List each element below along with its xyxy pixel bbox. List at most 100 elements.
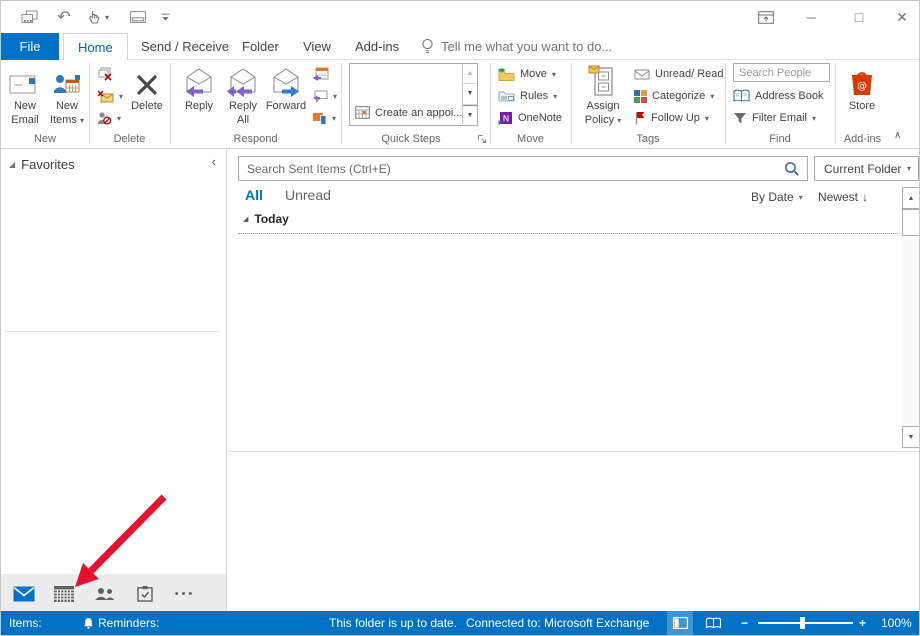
follow-up-flag-icon xyxy=(634,111,646,125)
title-bar: ↶ ▾ ─ □ ✕ xyxy=(1,1,919,33)
scroll-down-button[interactable]: ▼ xyxy=(902,426,920,448)
group-header-today[interactable]: ◢ Today xyxy=(243,212,289,226)
scroll-up-button[interactable]: ▲ xyxy=(902,187,920,209)
assign-policy-button[interactable]: Assign Policy ▾ xyxy=(578,62,628,128)
zoom-in-button[interactable]: + xyxy=(859,611,866,635)
undo-icon[interactable]: ↶ xyxy=(55,7,73,27)
group-label-quick-steps: Quick Steps xyxy=(341,133,481,145)
tasks-icon xyxy=(137,586,153,602)
search-input[interactable] xyxy=(239,162,777,176)
delete-button[interactable]: Delete xyxy=(125,62,169,114)
ribbon-display-options-button[interactable] xyxy=(749,4,783,30)
meeting-button[interactable] xyxy=(312,64,329,84)
clean-up-button[interactable]: ▾ xyxy=(97,86,123,106)
group-label-new: New xyxy=(1,133,89,145)
tab-add-ins[interactable]: Add-ins xyxy=(341,33,413,59)
mail-icon xyxy=(13,586,35,602)
calendar-icon xyxy=(355,106,370,119)
nav-calendar-button[interactable] xyxy=(51,574,77,613)
ignore-button[interactable] xyxy=(97,64,113,84)
store-label: Store xyxy=(849,100,875,114)
search-icon[interactable] xyxy=(777,161,807,177)
quick-steps-dialog-launcher[interactable] xyxy=(477,134,487,144)
ribbon: New Email New Items ▾ New ▾ ▾ Delete xyxy=(1,60,919,149)
zoom-level[interactable]: 100% xyxy=(881,611,912,635)
search-scope-dropdown[interactable]: Current Folder ▾ xyxy=(814,156,919,181)
filter-all-tab[interactable]: All xyxy=(245,187,263,203)
tab-send-receive[interactable]: Send / Receive xyxy=(127,33,243,59)
gallery-scrollbar: ▲ ▼ ▼ xyxy=(462,64,477,125)
touch-mouse-mode-icon[interactable] xyxy=(85,7,101,27)
dropdown-icon: ▾ xyxy=(552,70,556,79)
categorize-button[interactable]: Categorize ▾ xyxy=(634,86,714,106)
filter-unread-tab[interactable]: Unread xyxy=(285,187,331,203)
follow-up-button[interactable]: Follow Up ▾ xyxy=(634,108,709,128)
minimize-button[interactable]: ─ xyxy=(794,4,828,30)
move-button[interactable]: Move ▾ xyxy=(498,64,556,84)
reading-pane-icon[interactable] xyxy=(129,7,147,27)
tell-me-box[interactable]: Tell me what you want to do... xyxy=(421,33,612,59)
zoom-out-button[interactable]: − xyxy=(741,611,748,635)
dropdown-icon: ▾ xyxy=(332,114,336,123)
filter-email-label: Filter Email xyxy=(752,112,807,124)
reply-button[interactable]: Reply xyxy=(179,62,219,114)
dropdown-icon: ▾ xyxy=(812,114,816,123)
nav-tasks-button[interactable] xyxy=(132,574,158,613)
close-button[interactable]: ✕ xyxy=(885,4,919,30)
sort-order-button[interactable]: Newest ↓ xyxy=(818,190,868,204)
nav-mail-button[interactable] xyxy=(11,574,37,613)
gallery-scroll-up[interactable]: ▲ xyxy=(463,64,477,84)
reminders-status: Reminders: xyxy=(98,611,159,635)
reply-with-im-button[interactable]: ▾ xyxy=(312,86,337,106)
group-label-move: Move xyxy=(490,133,571,145)
rules-button[interactable]: Rules ▾ xyxy=(498,86,557,106)
onenote-button[interactable]: N OneNote xyxy=(498,108,562,128)
touch-mode-dropdown-icon[interactable]: ▾ xyxy=(102,7,112,27)
tab-view[interactable]: View xyxy=(289,33,345,59)
reply-all-label: Reply All xyxy=(222,100,264,128)
more-respond-actions-button[interactable]: ▾ xyxy=(312,108,336,128)
zoom-slider-track[interactable] xyxy=(758,622,853,624)
forward-button[interactable]: Forward xyxy=(263,62,309,114)
new-items-icon xyxy=(52,62,82,100)
store-button[interactable]: @ Store xyxy=(839,62,885,114)
tab-file[interactable]: File xyxy=(1,33,59,60)
send-receive-folders-icon[interactable] xyxy=(19,7,39,27)
normal-view-button[interactable] xyxy=(667,611,693,635)
dropdown-icon: ▾ xyxy=(705,114,709,123)
reading-view-button[interactable] xyxy=(700,611,726,635)
folder-status: This folder is up to date. xyxy=(329,611,457,635)
message-list-scrollbar: ▲ ▼ xyxy=(902,187,920,449)
filter-email-button[interactable]: Filter Email ▾ xyxy=(733,108,816,128)
nav-more-button[interactable]: ••• xyxy=(167,574,203,613)
tab-folder[interactable]: Folder xyxy=(228,33,293,59)
gallery-more[interactable]: ▼ xyxy=(463,105,477,125)
collapse-ribbon-button[interactable]: ∧ xyxy=(894,130,901,141)
nav-people-button[interactable] xyxy=(92,574,118,613)
sort-by-dropdown[interactable]: By Date ▾ xyxy=(751,190,803,204)
tab-home[interactable]: Home xyxy=(63,33,128,60)
favorites-header[interactable]: ◢ Favorites xyxy=(9,157,75,172)
sort-descending-icon: ↓ xyxy=(862,190,868,204)
forward-label: Forward xyxy=(266,100,306,114)
scrollbar-thumb[interactable] xyxy=(902,209,920,236)
gallery-scroll-down[interactable]: ▼ xyxy=(463,84,477,104)
search-bar xyxy=(238,156,808,181)
quick-step-label: Create an appoi... xyxy=(375,107,462,119)
unread-read-icon xyxy=(634,68,650,80)
people-icon xyxy=(94,587,116,601)
customize-qat-icon[interactable] xyxy=(159,7,171,27)
unread-read-button[interactable]: Unread/ Read xyxy=(634,64,724,84)
address-book-button[interactable]: Address Book xyxy=(733,86,823,106)
reply-all-button[interactable]: Reply All xyxy=(222,62,264,128)
maximize-button[interactable]: □ xyxy=(842,4,876,30)
junk-button[interactable]: ▾ xyxy=(97,108,121,128)
quick-step-create-appointment[interactable]: Create an appoi... xyxy=(355,106,462,119)
assign-policy-label: Assign Policy ▾ xyxy=(578,100,628,128)
new-email-button[interactable]: New Email xyxy=(6,62,44,128)
search-people-input[interactable] xyxy=(734,64,829,81)
zoom-slider-thumb[interactable] xyxy=(800,617,805,629)
new-items-button[interactable]: New Items ▾ xyxy=(46,62,88,128)
expanded-triangle-icon: ◢ xyxy=(243,215,248,223)
minimize-folder-pane-button[interactable]: ‹ xyxy=(212,154,216,169)
